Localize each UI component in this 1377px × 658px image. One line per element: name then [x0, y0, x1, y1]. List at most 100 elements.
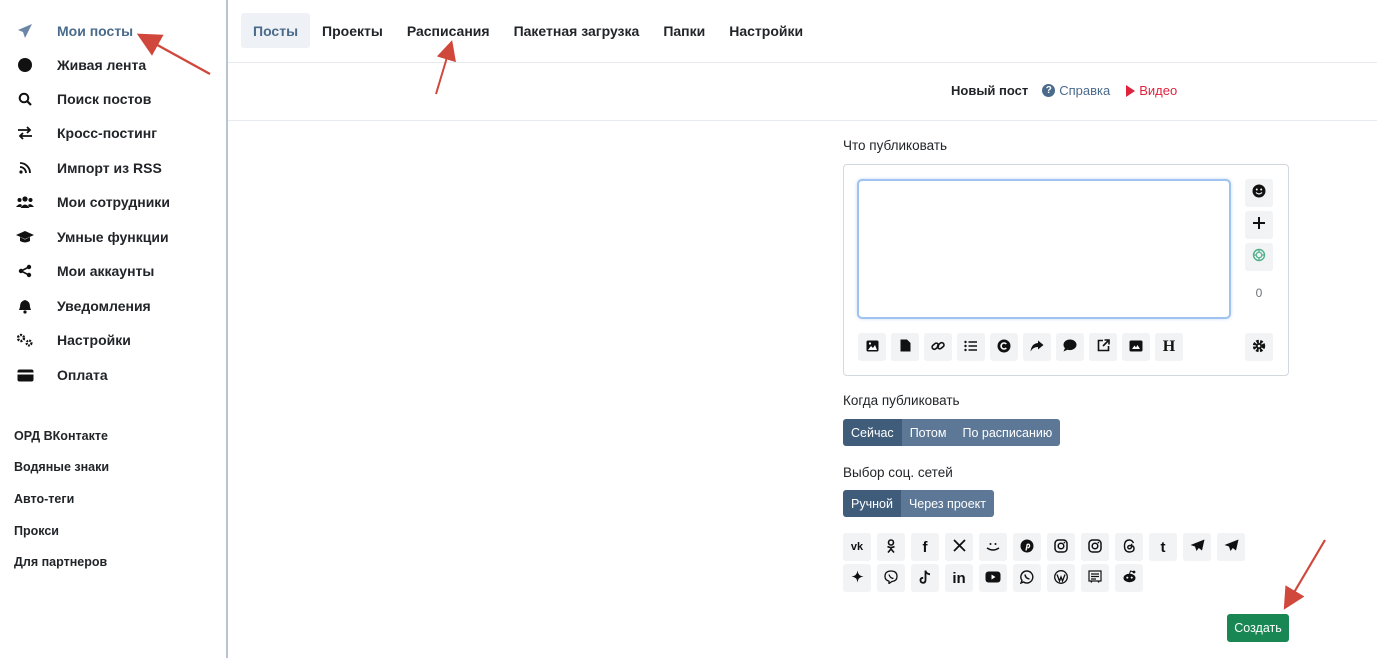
sidebar-item-cross-posting[interactable]: Кросс-постинг [0, 120, 226, 146]
pinterest-toggle[interactable] [1013, 533, 1041, 561]
network-selection-label: Выбор соц. сетей [843, 465, 953, 480]
threads-toggle[interactable] [1115, 533, 1143, 561]
add-button[interactable] [1245, 211, 1273, 239]
viber-toggle[interactable] [877, 564, 905, 592]
whatsapp-toggle[interactable] [1013, 564, 1041, 592]
attach-file-button[interactable] [891, 333, 919, 361]
external-link-button[interactable] [1089, 333, 1117, 361]
odnoklassniki-icon [886, 538, 896, 556]
linkedin-toggle[interactable]: in [945, 564, 973, 592]
search-icon [15, 90, 35, 108]
help-link[interactable]: ? Справка [1042, 83, 1110, 98]
gears-icon [15, 331, 35, 349]
graduation-cap-icon [15, 228, 35, 246]
video-card-icon [1129, 340, 1143, 355]
whatsapp-icon [1019, 569, 1034, 587]
wordpress-toggle[interactable] [1047, 564, 1075, 592]
tab-settings[interactable]: Настройки [717, 13, 815, 48]
char-counter: 0 [1255, 286, 1263, 300]
instagram-toggle[interactable] [1047, 533, 1075, 561]
sidebar-item-search-posts[interactable]: Поиск постов [0, 86, 226, 112]
publish-schedule-button[interactable]: По расписанию [954, 419, 1061, 446]
sidebar-item-label: Настройки [57, 332, 131, 348]
x-toggle[interactable] [945, 533, 973, 561]
post-text-input[interactable] [857, 179, 1231, 319]
telegram-bot-toggle[interactable] [1217, 533, 1245, 561]
create-button[interactable]: Создать [1227, 614, 1289, 642]
tab-folders[interactable]: Папки [651, 13, 717, 48]
tiktok-toggle[interactable] [911, 564, 939, 592]
tumblr-toggle[interactable]: t [1149, 533, 1177, 561]
manual-mode-button[interactable]: Ручной [843, 490, 901, 517]
sidebar-item-label: Кросс-постинг [57, 125, 158, 141]
sidebar-link-partners[interactable]: Для партнеров [14, 555, 107, 569]
repost-button[interactable] [1023, 333, 1051, 361]
sparkle-toggle[interactable] [843, 564, 871, 592]
sidebar-item-rss-import[interactable]: Импорт из RSS [0, 155, 226, 181]
youtube-toggle[interactable] [979, 564, 1007, 592]
image-icon [866, 340, 879, 355]
sidebar-item-smart-functions[interactable]: Умные функции [0, 224, 226, 250]
insert-image-button[interactable] [858, 333, 886, 361]
sidebar-item-label: Поиск постов [57, 91, 152, 107]
sidebar-link-ord-vk[interactable]: ОРД ВКонтакте [14, 429, 108, 443]
video-label: Видео [1139, 83, 1178, 98]
ai-button[interactable] [1245, 243, 1273, 271]
video-link[interactable]: Видео [1126, 83, 1177, 98]
editor-settings-button[interactable] [1245, 333, 1273, 361]
insert-link-button[interactable] [924, 333, 952, 361]
sparkle-icon [851, 570, 864, 586]
project-mode-button[interactable]: Через проект [900, 490, 995, 517]
c-circle-button[interactable] [990, 333, 1018, 361]
forward-icon [1030, 340, 1044, 355]
tab-batch-upload[interactable]: Пакетная загрузка [502, 13, 652, 48]
publish-now-button[interactable]: Сейчас [843, 419, 902, 446]
tab-projects[interactable]: Проекты [310, 13, 395, 48]
odnoklassniki-toggle[interactable] [877, 533, 905, 561]
sidebar-item-label: Импорт из RSS [57, 160, 162, 176]
tab-schedules[interactable]: Расписания [395, 13, 502, 48]
tab-posts[interactable]: Посты [241, 13, 311, 48]
file-icon [900, 339, 911, 355]
reddit-toggle[interactable] [1115, 564, 1143, 592]
sidebar-item-live-feed[interactable]: Живая лента [0, 52, 226, 78]
instagram-business-toggle[interactable] [1081, 533, 1109, 561]
insert-list-button[interactable] [957, 333, 985, 361]
sidebar-link-proxy[interactable]: Прокси [14, 524, 59, 538]
credit-card-icon [15, 366, 35, 384]
viber-icon [884, 569, 898, 587]
video-card-button[interactable] [1122, 333, 1150, 361]
dzen-toggle[interactable] [979, 533, 1007, 561]
dzen-icon [986, 540, 1000, 554]
sidebar-item-settings[interactable]: Настройки [0, 327, 226, 353]
telegram-toggle[interactable] [1183, 533, 1211, 561]
vk-toggle[interactable]: vk [843, 533, 871, 561]
reddit-icon [1122, 570, 1137, 586]
sidebar-item-label: Оплата [57, 367, 108, 383]
sidebar-item-my-posts[interactable]: Мои посты [0, 18, 226, 44]
emoji-button[interactable] [1245, 179, 1273, 207]
heading-icon: H [1162, 338, 1176, 355]
comment-button[interactable] [1056, 333, 1084, 361]
wordpress-icon [1054, 569, 1068, 587]
publish-later-button[interactable]: Потом [901, 419, 955, 446]
sidebar-item-employees[interactable]: Мои сотрудники [0, 189, 226, 215]
sidebar-item-accounts[interactable]: Мои аккаунты [0, 258, 226, 284]
sidebar-divider [226, 0, 228, 658]
what-to-publish-label: Что публиковать [843, 138, 948, 153]
sidebar-item-notifications[interactable]: Уведомления [0, 293, 226, 319]
heading-button[interactable]: H [1155, 333, 1183, 361]
sidebar-link-watermarks[interactable]: Водяные знаки [14, 460, 109, 474]
news-toggle[interactable] [1081, 564, 1109, 592]
sidebar-link-auto-tags[interactable]: Авто-теги [14, 492, 74, 506]
help-label: Справка [1059, 83, 1111, 98]
post-header: Новый пост ? Справка Видео [951, 83, 1177, 98]
c-circle-icon [997, 339, 1011, 356]
sidebar-item-label: Мои посты [57, 23, 134, 39]
comment-icon [1063, 339, 1077, 355]
gear-icon [1252, 339, 1266, 356]
play-icon [1126, 84, 1136, 97]
facebook-toggle[interactable]: f [911, 533, 939, 561]
page-title: Новый пост [951, 83, 1029, 98]
sidebar-item-payment[interactable]: Оплата [0, 362, 226, 388]
